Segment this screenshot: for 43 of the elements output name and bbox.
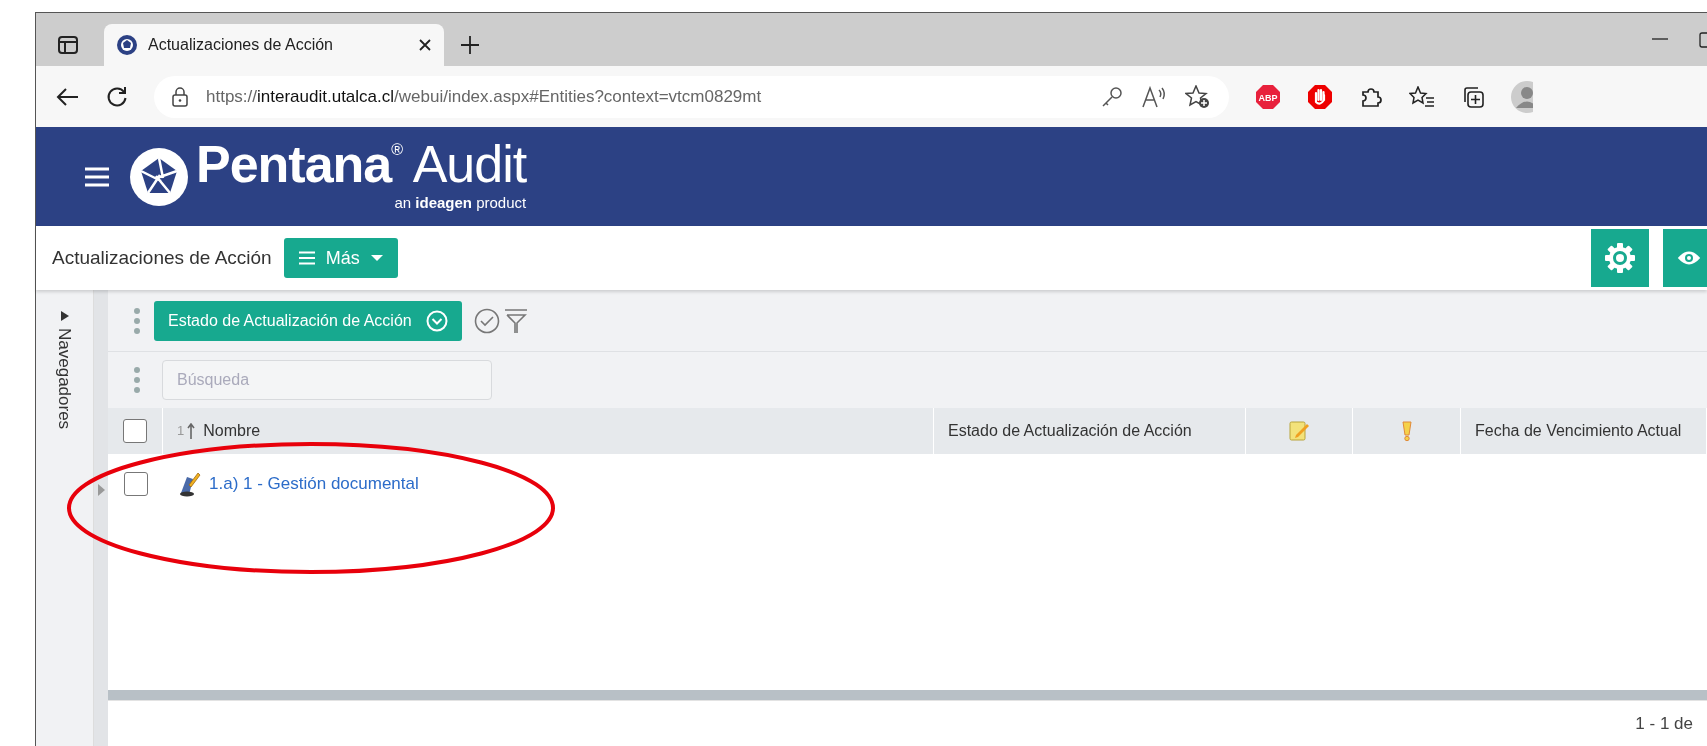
- adblock-extension-icon[interactable]: ABP: [1255, 83, 1281, 110]
- chevron-circle-icon: [425, 309, 448, 332]
- site-favicon-icon: [116, 34, 138, 56]
- menu-icon[interactable]: [84, 166, 110, 187]
- row-link[interactable]: 1.a) 1 - Gestión documental: [209, 471, 419, 497]
- close-icon[interactable]: [418, 38, 432, 52]
- collections-icon[interactable]: [1461, 84, 1485, 109]
- maximize-icon[interactable]: [1699, 32, 1707, 48]
- horizontal-scrollbar[interactable]: [108, 690, 1707, 700]
- lock-icon: [172, 86, 188, 107]
- product-logo-text: Pentana$^{®}$ Audit: [196, 138, 527, 191]
- expand-caret-icon[interactable]: [59, 310, 70, 322]
- pentagon-logo-icon: [130, 147, 188, 206]
- search-field[interactable]: Búsqueda: [162, 360, 492, 400]
- hand-stop-extension-icon[interactable]: [1307, 83, 1333, 110]
- settings-icon: [1604, 242, 1636, 274]
- url-text: https://interaudit.utalca.cl/webui/index.aspx#Entities?context=vtcm0829mt: [206, 85, 763, 108]
- filter-icon[interactable]: [503, 307, 528, 334]
- menu-icon: [297, 251, 316, 265]
- settings-button[interactable]: [1591, 229, 1649, 287]
- check-circle-icon[interactable]: [473, 307, 500, 334]
- view-button[interactable]: [1663, 229, 1707, 287]
- address-bar[interactable]: https://interaudit.utalca.cl/webui/index.aspx#Entities?context=vtcm0829mt: [154, 75, 1229, 118]
- key-icon[interactable]: [1101, 85, 1123, 108]
- favorites-icon[interactable]: [1409, 85, 1435, 108]
- sort-arrow-icon[interactable]: [187, 423, 196, 439]
- row-checkbox[interactable]: [123, 472, 148, 496]
- page-title: Actualizaciones de Acción: [52, 245, 272, 270]
- browser-tab[interactable]: Actualizaciones de Acción: [104, 24, 444, 66]
- pagination-text: 1 - 1 de: [1635, 712, 1693, 735]
- read-aloud-icon[interactable]: [1141, 85, 1167, 108]
- tab-actions-icon[interactable]: [58, 36, 78, 54]
- tab-title: Actualizaciones de Acción: [148, 35, 334, 55]
- profile-avatar-icon[interactable]: [1511, 80, 1533, 113]
- back-arrow-icon[interactable]: [56, 86, 80, 107]
- column-label[interactable]: Nombre: [203, 419, 261, 443]
- add-favorite-icon[interactable]: [1185, 84, 1211, 109]
- vendor-tagline: an ideagen product: [393, 193, 527, 214]
- caret-icon: [369, 254, 384, 262]
- pen-update-icon: [177, 471, 201, 497]
- new-tab-icon[interactable]: [460, 35, 480, 55]
- reload-icon[interactable]: [106, 85, 128, 108]
- select-all-checkbox[interactable]: [123, 419, 147, 443]
